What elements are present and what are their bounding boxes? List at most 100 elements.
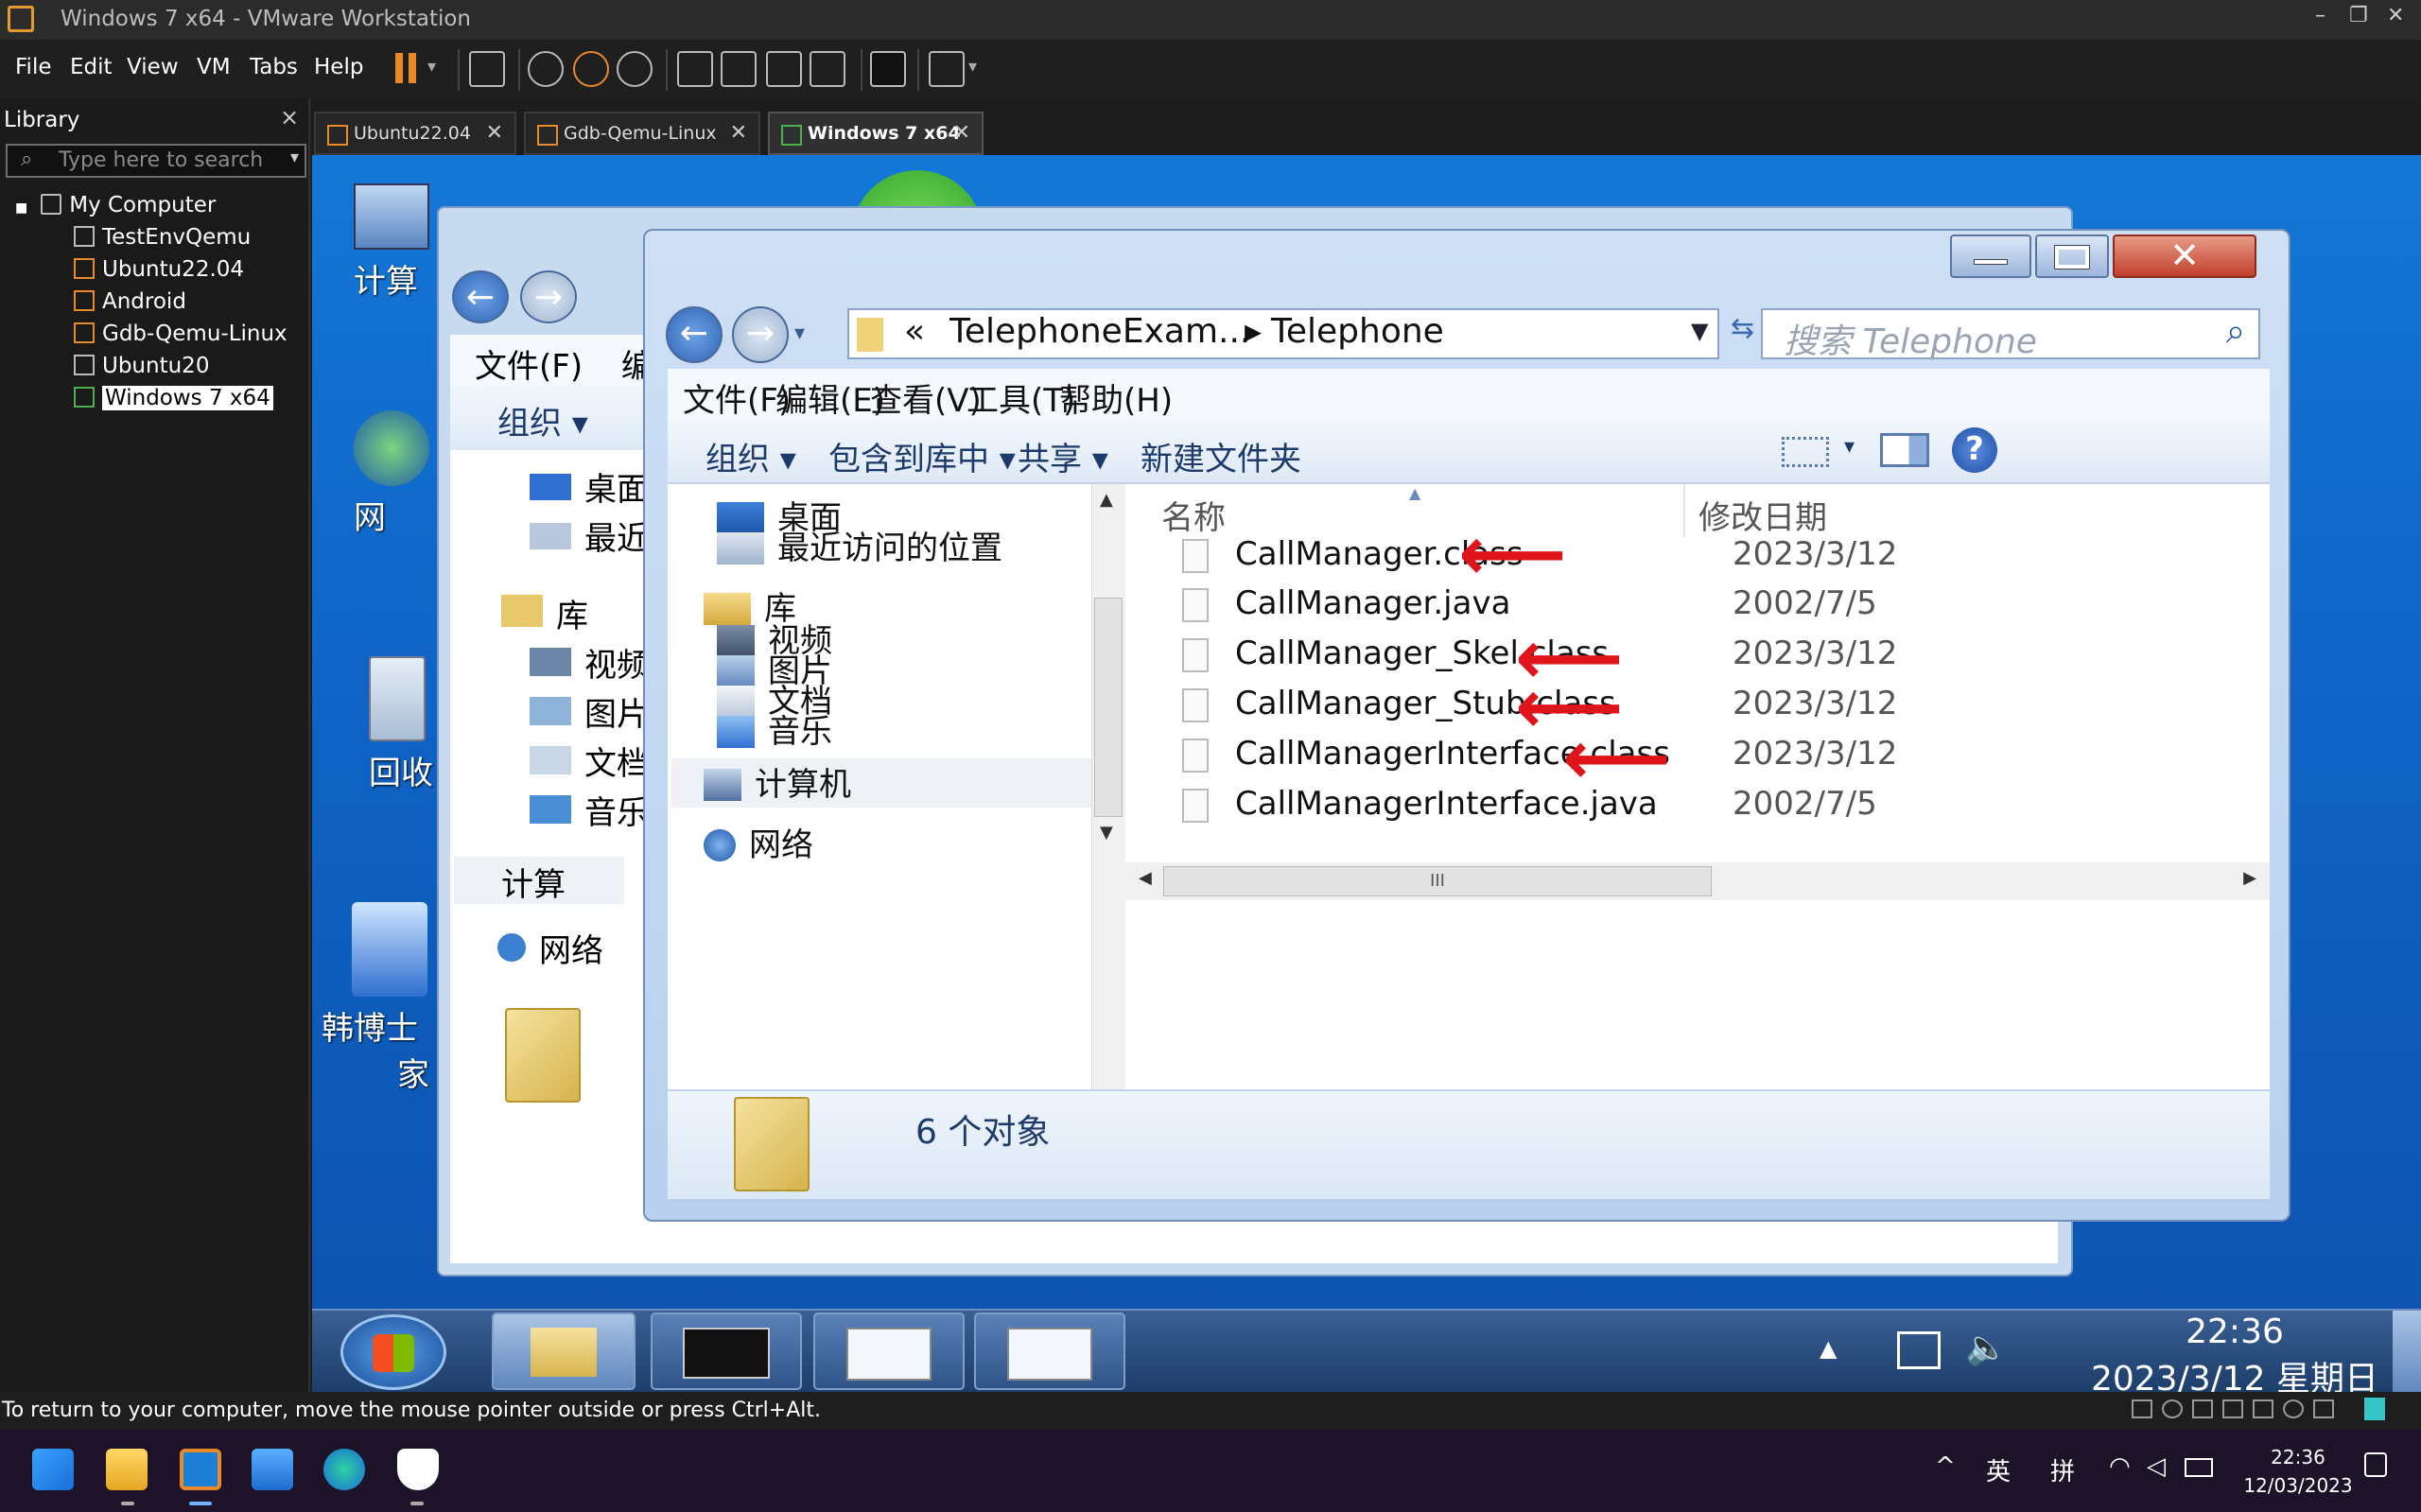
explorer-window[interactable]: ✕ ← → ▾ « TelephoneExam... ▸ Telephone ▼… — [643, 229, 2290, 1222]
taskbar-cmd-button[interactable] — [651, 1312, 802, 1390]
nav-recent-places[interactable]: 最近访问的位置 — [717, 522, 1002, 567]
bg-nav-music[interactable]: 音乐 — [530, 787, 649, 833]
bg-nav-pictures[interactable]: 图片 — [530, 688, 649, 735]
menu-view[interactable]: 查看(V) — [870, 374, 982, 421]
fullscreen-icon[interactable] — [766, 51, 802, 87]
bg-organize-button[interactable]: 组织 ▾ — [497, 405, 588, 443]
menu-vm[interactable]: VM — [197, 55, 231, 79]
bg-menu-file[interactable]: 文件(F) — [475, 348, 583, 386]
library-view-icon[interactable] — [677, 51, 713, 87]
back-icon[interactable]: ← — [452, 270, 509, 323]
vmware-app-icon[interactable] — [180, 1449, 221, 1490]
printer-icon[interactable] — [2283, 1399, 2304, 1418]
recent-pages-chevron-icon[interactable]: ▾ — [794, 322, 805, 345]
help-icon[interactable]: ? — [1952, 427, 1997, 473]
menu-help[interactable]: 帮助(H) — [1059, 374, 1173, 421]
close-button[interactable]: ✕ — [2113, 235, 2256, 278]
taskbar-window-button[interactable] — [813, 1312, 965, 1390]
vm-display[interactable]: 计算 网 回收 韩博士 家 ← → 文件(F) 编 组织 ▾ 桌面 最近 库 视… — [312, 155, 2421, 1392]
nav-scrollbar[interactable]: ▲ ▼ — [1091, 484, 1125, 1089]
chevron-down-icon[interactable]: ▾ — [427, 57, 436, 77]
battery-icon[interactable] — [2185, 1458, 2213, 1477]
notification-bell-icon[interactable] — [2364, 1452, 2387, 1477]
tree-vm-ubuntu2204[interactable]: Ubuntu22.04 — [74, 257, 244, 287]
column-header-modified[interactable]: 修改日期 — [1698, 492, 1827, 538]
library-search-input[interactable]: ⌕ Type here to search ▾ — [6, 144, 306, 178]
tab-ubuntu2204[interactable]: Ubuntu22.04 ✕ — [314, 112, 516, 155]
nav-scroll-thumb[interactable] — [1094, 598, 1123, 817]
preview-pane-icon[interactable] — [1880, 433, 1929, 467]
bg-nav-recent[interactable]: 最近 — [530, 513, 649, 559]
horizontal-scrollbar[interactable]: ◀ III ▶ — [1125, 862, 2270, 900]
bg-nav-desktop[interactable]: 桌面 — [530, 463, 649, 510]
view-options-icon[interactable] — [1782, 437, 1829, 467]
menu-tabs[interactable]: Tabs — [250, 55, 298, 79]
tab-windows7[interactable]: Windows 7 x64 ✕ — [768, 112, 984, 155]
ime-language[interactable]: 英 — [1986, 1452, 2011, 1487]
taskbar-explorer-button[interactable] — [492, 1312, 636, 1390]
forward-icon[interactable]: → — [520, 270, 577, 323]
menu-help[interactable]: Help — [314, 55, 363, 79]
unity-icon[interactable] — [810, 51, 845, 87]
scroll-up-icon[interactable]: ▲ — [1100, 490, 1113, 510]
nav-computer[interactable]: 计算机 — [671, 758, 1106, 808]
close-tab-icon[interactable]: ✕ — [486, 121, 503, 145]
bg-nav-videos[interactable]: 视频 — [530, 639, 649, 686]
chevron-down-icon[interactable]: ▾ — [1844, 435, 1855, 459]
network-tray-icon[interactable] — [1897, 1331, 1941, 1369]
menu-file[interactable]: 文件(F) — [683, 374, 791, 421]
restore-icon[interactable]: ❐ — [2349, 4, 2368, 27]
address-bar[interactable]: « TelephoneExam... ▸ Telephone ▼ — [847, 308, 1719, 359]
address-separator[interactable]: ▸ — [1245, 312, 1262, 351]
refresh-icon[interactable]: ⇆ — [1731, 312, 1757, 356]
wifi-icon[interactable]: ◠ — [2109, 1452, 2131, 1481]
network-adapter-icon[interactable] — [2192, 1399, 2213, 1418]
column-header-name[interactable]: 名称 — [1161, 492, 1226, 538]
share-button[interactable]: 共享 ▾ — [1018, 433, 1108, 479]
message-icon[interactable] — [2364, 1398, 2385, 1420]
organize-button[interactable]: 组织 ▾ — [705, 433, 796, 479]
close-icon[interactable]: ✕ — [2387, 4, 2404, 27]
show-desktop-button[interactable] — [2393, 1311, 2421, 1392]
chevron-down-icon[interactable]: ▾ — [290, 148, 299, 167]
nav-music[interactable]: 音乐 — [717, 705, 832, 751]
address-crumb-current[interactable]: Telephone — [1271, 312, 1444, 351]
maximize-button[interactable] — [2035, 235, 2109, 278]
guest-clock[interactable]: 22:36 2023/3/12 星期日 — [2050, 1312, 2419, 1392]
chevron-down-icon[interactable]: ▾ — [968, 57, 977, 77]
h-scroll-thumb[interactable]: III — [1163, 866, 1712, 896]
library-close-icon[interactable]: × — [280, 104, 299, 130]
start-button[interactable] — [340, 1314, 446, 1390]
new-folder-button[interactable]: 新建文件夹 — [1141, 433, 1301, 479]
tree-vm-gdb-qemu-linux[interactable]: Gdb-Qemu-Linux — [74, 322, 287, 352]
scroll-down-icon[interactable]: ▼ — [1100, 823, 1113, 843]
include-in-library-button[interactable]: 包含到库中 ▾ — [828, 433, 1016, 479]
file-row[interactable]: CallManager_Stub.class 2023/3/12 — [1182, 683, 2270, 728]
menu-edit[interactable]: Edit — [70, 55, 113, 79]
minimize-icon[interactable]: – — [2315, 4, 2325, 27]
collapse-icon[interactable]: ■ — [15, 200, 27, 216]
send-ctrl-alt-del-icon[interactable] — [469, 51, 505, 87]
edge-browser-icon[interactable] — [323, 1449, 365, 1490]
file-row[interactable]: CallManagerInterface.java 2002/7/5 — [1182, 783, 2270, 828]
address-dropdown-icon[interactable]: ▼ — [1691, 318, 1708, 344]
menu-edit[interactable]: 编辑(E) — [775, 374, 885, 421]
back-button[interactable]: ← — [666, 306, 723, 363]
hdd-icon[interactable] — [2132, 1399, 2152, 1418]
snapshot-manager-icon[interactable] — [617, 51, 653, 87]
bg-nav-network[interactable]: 网络 — [497, 925, 603, 971]
address-overflow[interactable]: « — [904, 312, 925, 351]
nav-network[interactable]: 网络 — [704, 819, 813, 864]
file-row[interactable]: CallManager_Skel.class 2023/3/12 — [1182, 633, 2270, 678]
menu-view[interactable]: View — [127, 55, 179, 79]
file-row[interactable]: CallManager.java 2002/7/5 — [1182, 582, 2270, 628]
tray-overflow-chevron-icon[interactable]: ^ — [1935, 1452, 1956, 1481]
mail-icon[interactable] — [252, 1449, 293, 1490]
tree-vm-testenvqemu[interactable]: TestEnvQemu — [74, 225, 251, 255]
ime-mode[interactable]: 拼 — [2050, 1452, 2075, 1487]
pause-icon[interactable] — [395, 53, 403, 83]
search-input[interactable]: 搜索 Telephone ⌕ — [1761, 308, 2260, 361]
volume-icon[interactable]: 🔈 — [1965, 1328, 2008, 1367]
console-icon[interactable] — [870, 51, 906, 87]
tree-my-computer[interactable]: ■ My Computer — [15, 193, 216, 223]
